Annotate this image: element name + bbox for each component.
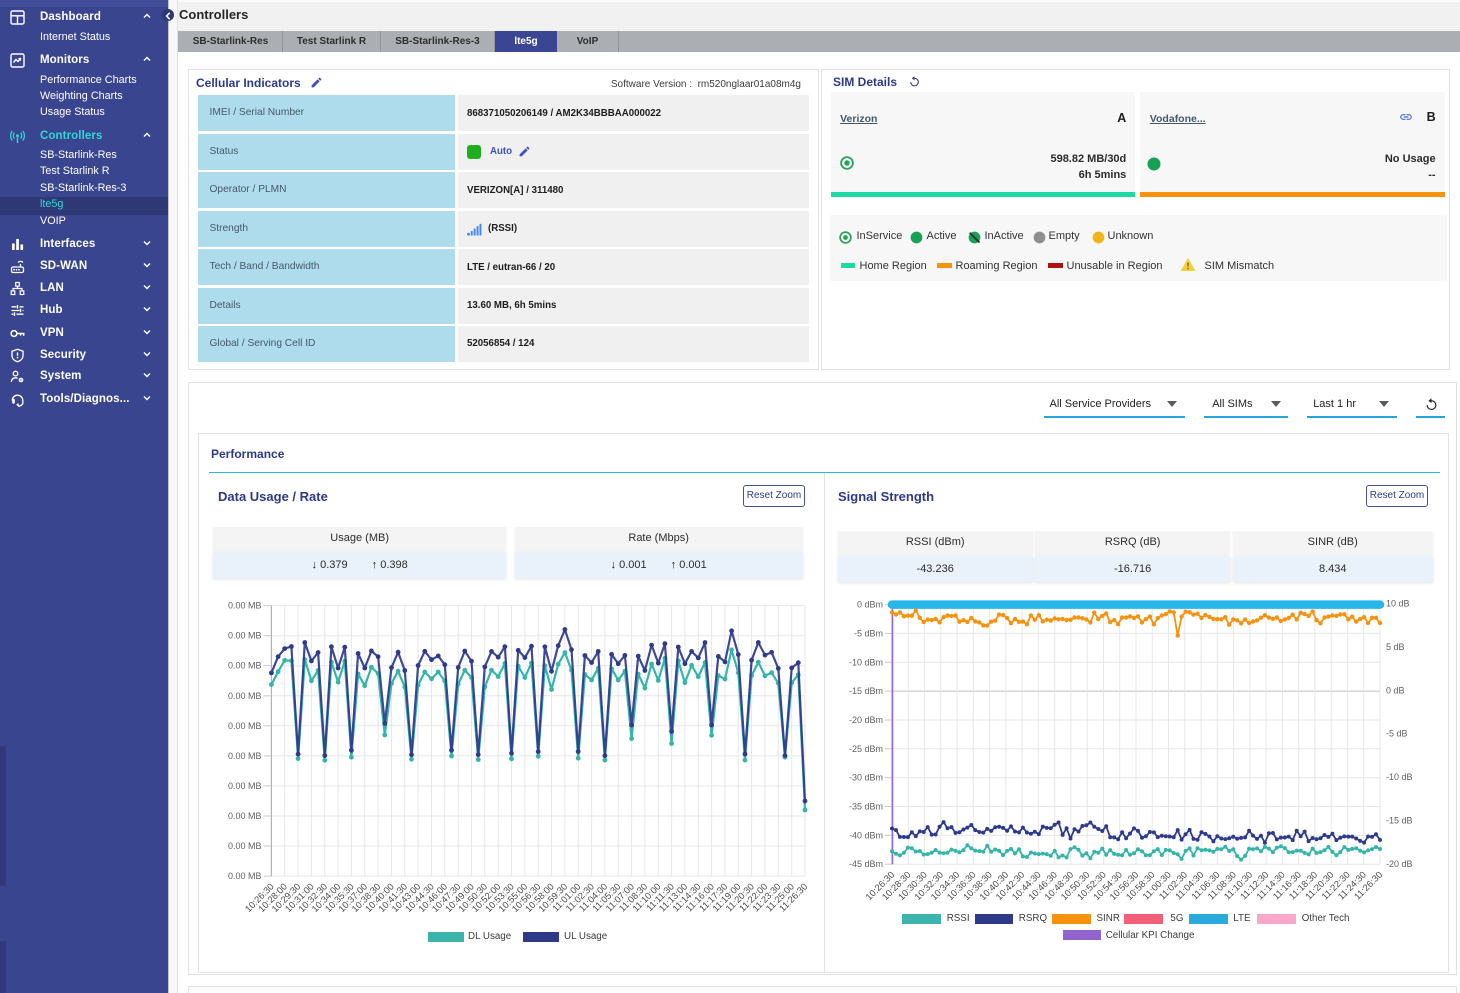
svg-text:-40 dBm: -40 dBm bbox=[849, 830, 883, 840]
svg-text:0.00 MB: 0.00 MB bbox=[228, 751, 262, 761]
svg-text:-10 dBm: -10 dBm bbox=[849, 657, 883, 667]
svg-text:0.00 MB: 0.00 MB bbox=[228, 841, 262, 851]
svg-text:0.00 MB: 0.00 MB bbox=[228, 811, 262, 821]
svg-text:5 dB: 5 dB bbox=[1386, 642, 1405, 652]
svg-text:0.00 MB: 0.00 MB bbox=[228, 601, 262, 611]
svg-text:-30 dBm: -30 dBm bbox=[849, 773, 883, 783]
svg-text:-10 dB: -10 dB bbox=[1386, 772, 1413, 782]
svg-text:0 dBm: 0 dBm bbox=[857, 600, 883, 610]
svg-text:-5 dB: -5 dB bbox=[1386, 729, 1408, 739]
svg-text:-25 dBm: -25 dBm bbox=[849, 744, 883, 754]
svg-text:0.00 MB: 0.00 MB bbox=[228, 721, 262, 731]
svg-text:-5 dBm: -5 dBm bbox=[854, 628, 883, 638]
svg-text:-20 dBm: -20 dBm bbox=[849, 715, 883, 725]
svg-text:0.00 MB: 0.00 MB bbox=[228, 661, 262, 671]
svg-text:0.00 MB: 0.00 MB bbox=[228, 781, 262, 791]
svg-text:0.00 MB: 0.00 MB bbox=[228, 871, 262, 881]
svg-text:0.00 MB: 0.00 MB bbox=[228, 691, 262, 701]
svg-text:-15 dBm: -15 dBm bbox=[849, 686, 883, 696]
svg-text:-15 dB: -15 dB bbox=[1386, 815, 1413, 825]
svg-text:0 dB: 0 dB bbox=[1386, 685, 1405, 695]
svg-text:-45 dBm: -45 dBm bbox=[849, 859, 883, 869]
svg-text:-35 dBm: -35 dBm bbox=[849, 802, 883, 812]
svg-text:0.00 MB: 0.00 MB bbox=[228, 631, 262, 641]
svg-text:10 dB: 10 dB bbox=[1386, 599, 1410, 609]
svg-text:-20 dB: -20 dB bbox=[1386, 859, 1413, 869]
